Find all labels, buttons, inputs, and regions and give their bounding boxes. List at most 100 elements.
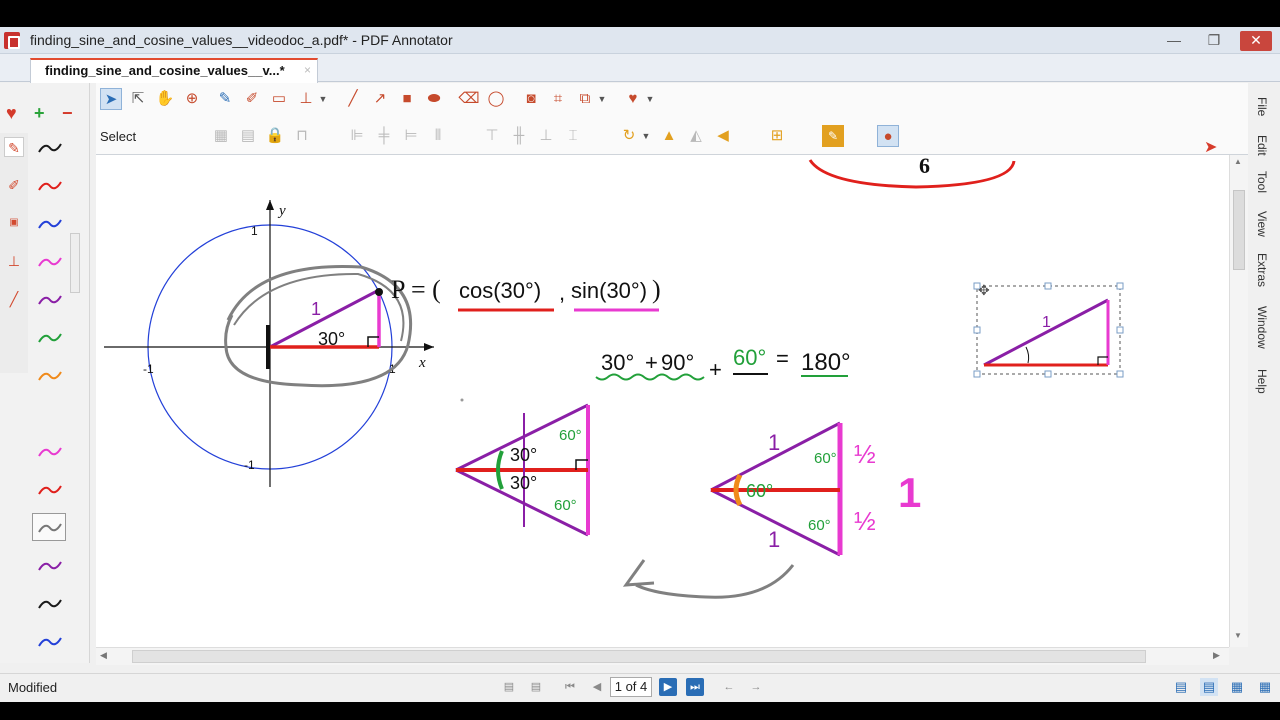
vertical-scrollbar[interactable]: ▲ ▼ (1229, 155, 1248, 647)
arrow-icon[interactable]: ↗ (369, 88, 391, 110)
horizontal-scrollbar[interactable]: ◀ ▶ (96, 647, 1229, 665)
line-icon[interactable]: ╱ (342, 88, 364, 110)
favorites-heart-icon[interactable]: ♥ (6, 103, 17, 124)
text-box-icon[interactable]: ▭ (268, 88, 290, 110)
two-page-view-icon[interactable]: ▦ (1228, 678, 1246, 696)
ungroup-icon[interactable]: ▤ (237, 125, 259, 147)
stamp-icon[interactable]: ⊥ (295, 88, 317, 110)
bring-front-icon[interactable]: ⊞ (766, 125, 788, 147)
crop-icon[interactable]: ⌗ (547, 88, 569, 110)
pen-preset[interactable] (32, 209, 66, 237)
menu-file[interactable]: File (1255, 97, 1269, 116)
scroll-down-icon[interactable]: ▼ (1234, 631, 1242, 640)
mirror-icon[interactable]: ◀ (712, 125, 734, 147)
favorites-dropdown-chevron-icon[interactable]: ▼ (644, 88, 656, 110)
rectangle-icon[interactable]: ■ (396, 88, 418, 110)
pen-preset[interactable] (32, 361, 66, 389)
group-icon[interactable]: ▦ (210, 125, 232, 147)
last-page-icon[interactable]: ⏭ (686, 678, 704, 696)
align-bottom-icon[interactable]: ⊥ (535, 125, 557, 147)
grid-view-icon[interactable]: ▦ (1256, 678, 1274, 696)
big-one: 1 (898, 469, 921, 516)
line-tool-icon[interactable]: ╱ (4, 289, 24, 309)
menu-extras[interactable]: Extras (1255, 253, 1269, 287)
eraser-icon[interactable]: ⌫ (458, 88, 480, 110)
y-axis-arrow (266, 200, 274, 210)
highlighter-icon[interactable]: ✐ (241, 88, 263, 110)
marker-tool-icon[interactable]: ✐ (4, 175, 24, 195)
remove-pen-icon[interactable]: − (62, 103, 73, 124)
close-button[interactable]: ✕ (1240, 31, 1272, 51)
pen-preset[interactable] (32, 285, 66, 313)
single-page-view-icon[interactable]: ▤ (1172, 678, 1190, 696)
distribute-horizontal-icon[interactable]: ⫴ (427, 125, 449, 147)
sin-text: sin(30°) (571, 278, 647, 303)
align-middle-icon[interactable]: ╫ (508, 125, 530, 147)
insert-image-icon[interactable]: ⧉ (574, 88, 596, 110)
forward-icon[interactable]: → (747, 678, 765, 696)
rotate-icon[interactable]: ↻ (618, 125, 640, 147)
scroll-left-icon[interactable]: ◀ (100, 650, 107, 661)
pen-preset[interactable] (32, 437, 66, 465)
insert-dropdown-chevron-icon[interactable]: ▼ (596, 88, 608, 110)
camera-icon[interactable]: ◙ (520, 88, 542, 110)
zoom-tool-icon[interactable]: ⊕ (181, 88, 203, 110)
document-canvas[interactable]: 6 y x 1 -1 -1 1 1 30° P = (cos(30°) , s… (96, 155, 1229, 647)
ellipse-icon[interactable]: ⬬ (423, 88, 445, 110)
pen-preset[interactable] (32, 171, 66, 199)
pen-preset[interactable] (32, 133, 66, 161)
stamp-tool-icon[interactable]: ⊥ (4, 251, 24, 271)
vertical-scroll-thumb[interactable] (1233, 190, 1245, 270)
next-page-icon[interactable]: ▶ (659, 678, 677, 696)
back-icon[interactable]: ← (720, 678, 738, 696)
align-right-icon[interactable]: ⊨ (400, 125, 422, 147)
menu-help[interactable]: Help (1255, 369, 1269, 394)
scroll-up-icon[interactable]: ▲ (1234, 157, 1242, 166)
export-icon[interactable]: ▤ (527, 678, 545, 696)
pen-preset[interactable] (32, 247, 66, 275)
previous-page-icon[interactable]: ◀ (588, 678, 606, 696)
pen-preset[interactable] (32, 589, 66, 617)
align-left-icon[interactable]: ⊫ (346, 125, 368, 147)
pen-tool-icon[interactable]: ✎ (4, 137, 24, 157)
menu-window[interactable]: Window (1255, 306, 1269, 349)
pen-panel-scrollbar[interactable] (70, 233, 80, 293)
select-tool-icon[interactable]: ➤ (100, 88, 122, 110)
pen-icon[interactable]: ✎ (214, 88, 236, 110)
flip-horizontal-icon[interactable]: ◭ (685, 125, 707, 147)
text-select-icon[interactable]: ⇱ (127, 88, 149, 110)
menu-tool[interactable]: Tool (1255, 171, 1269, 193)
print-icon[interactable]: ▤ (500, 678, 518, 696)
add-pen-icon[interactable]: + (34, 103, 45, 124)
pen-preset[interactable] (32, 627, 66, 655)
document-tab[interactable]: finding_sine_and_cosine_values__v...* × (30, 58, 318, 83)
image-tool-icon[interactable]: ▣ (4, 213, 24, 233)
properties-icon[interactable]: ✎ (822, 125, 844, 147)
first-page-icon[interactable]: ⏮ (561, 678, 579, 696)
menu-view[interactable]: View (1255, 211, 1269, 237)
rotate-dropdown-chevron-icon[interactable]: ▼ (640, 125, 652, 147)
align-center-icon[interactable]: ╪ (373, 125, 395, 147)
minimize-button[interactable]: — (1160, 31, 1188, 51)
flip-vertical-icon[interactable]: ▲ (658, 125, 680, 147)
pen-preset[interactable] (32, 513, 66, 541)
align-top-icon[interactable]: ⊤ (481, 125, 503, 147)
pen-preset[interactable] (32, 475, 66, 503)
restore-button[interactable]: ❐ (1200, 31, 1228, 51)
pen-preset[interactable] (32, 323, 66, 351)
unlock-icon[interactable]: ⊓ (291, 125, 313, 147)
scroll-right-icon[interactable]: ▶ (1213, 650, 1220, 661)
pen-preset[interactable] (32, 551, 66, 579)
favorites-icon[interactable]: ♥ (622, 88, 644, 110)
continuous-view-icon[interactable]: ▤ (1200, 678, 1218, 696)
page-number-field[interactable]: 1 of 4 (610, 677, 652, 697)
distribute-vertical-icon[interactable]: ⌶ (562, 125, 584, 147)
horizontal-scroll-thumb[interactable] (132, 650, 1146, 663)
menu-edit[interactable]: Edit (1255, 135, 1269, 156)
lasso-icon[interactable]: ◯ (485, 88, 507, 110)
hand-tool-icon[interactable]: ✋ (154, 88, 176, 110)
ink-color-icon[interactable]: ● (877, 125, 899, 147)
stamp-dropdown-chevron-icon[interactable]: ▼ (317, 88, 329, 110)
lock-icon[interactable]: 🔒 (264, 125, 286, 147)
tab-close-icon[interactable]: × (304, 63, 311, 77)
